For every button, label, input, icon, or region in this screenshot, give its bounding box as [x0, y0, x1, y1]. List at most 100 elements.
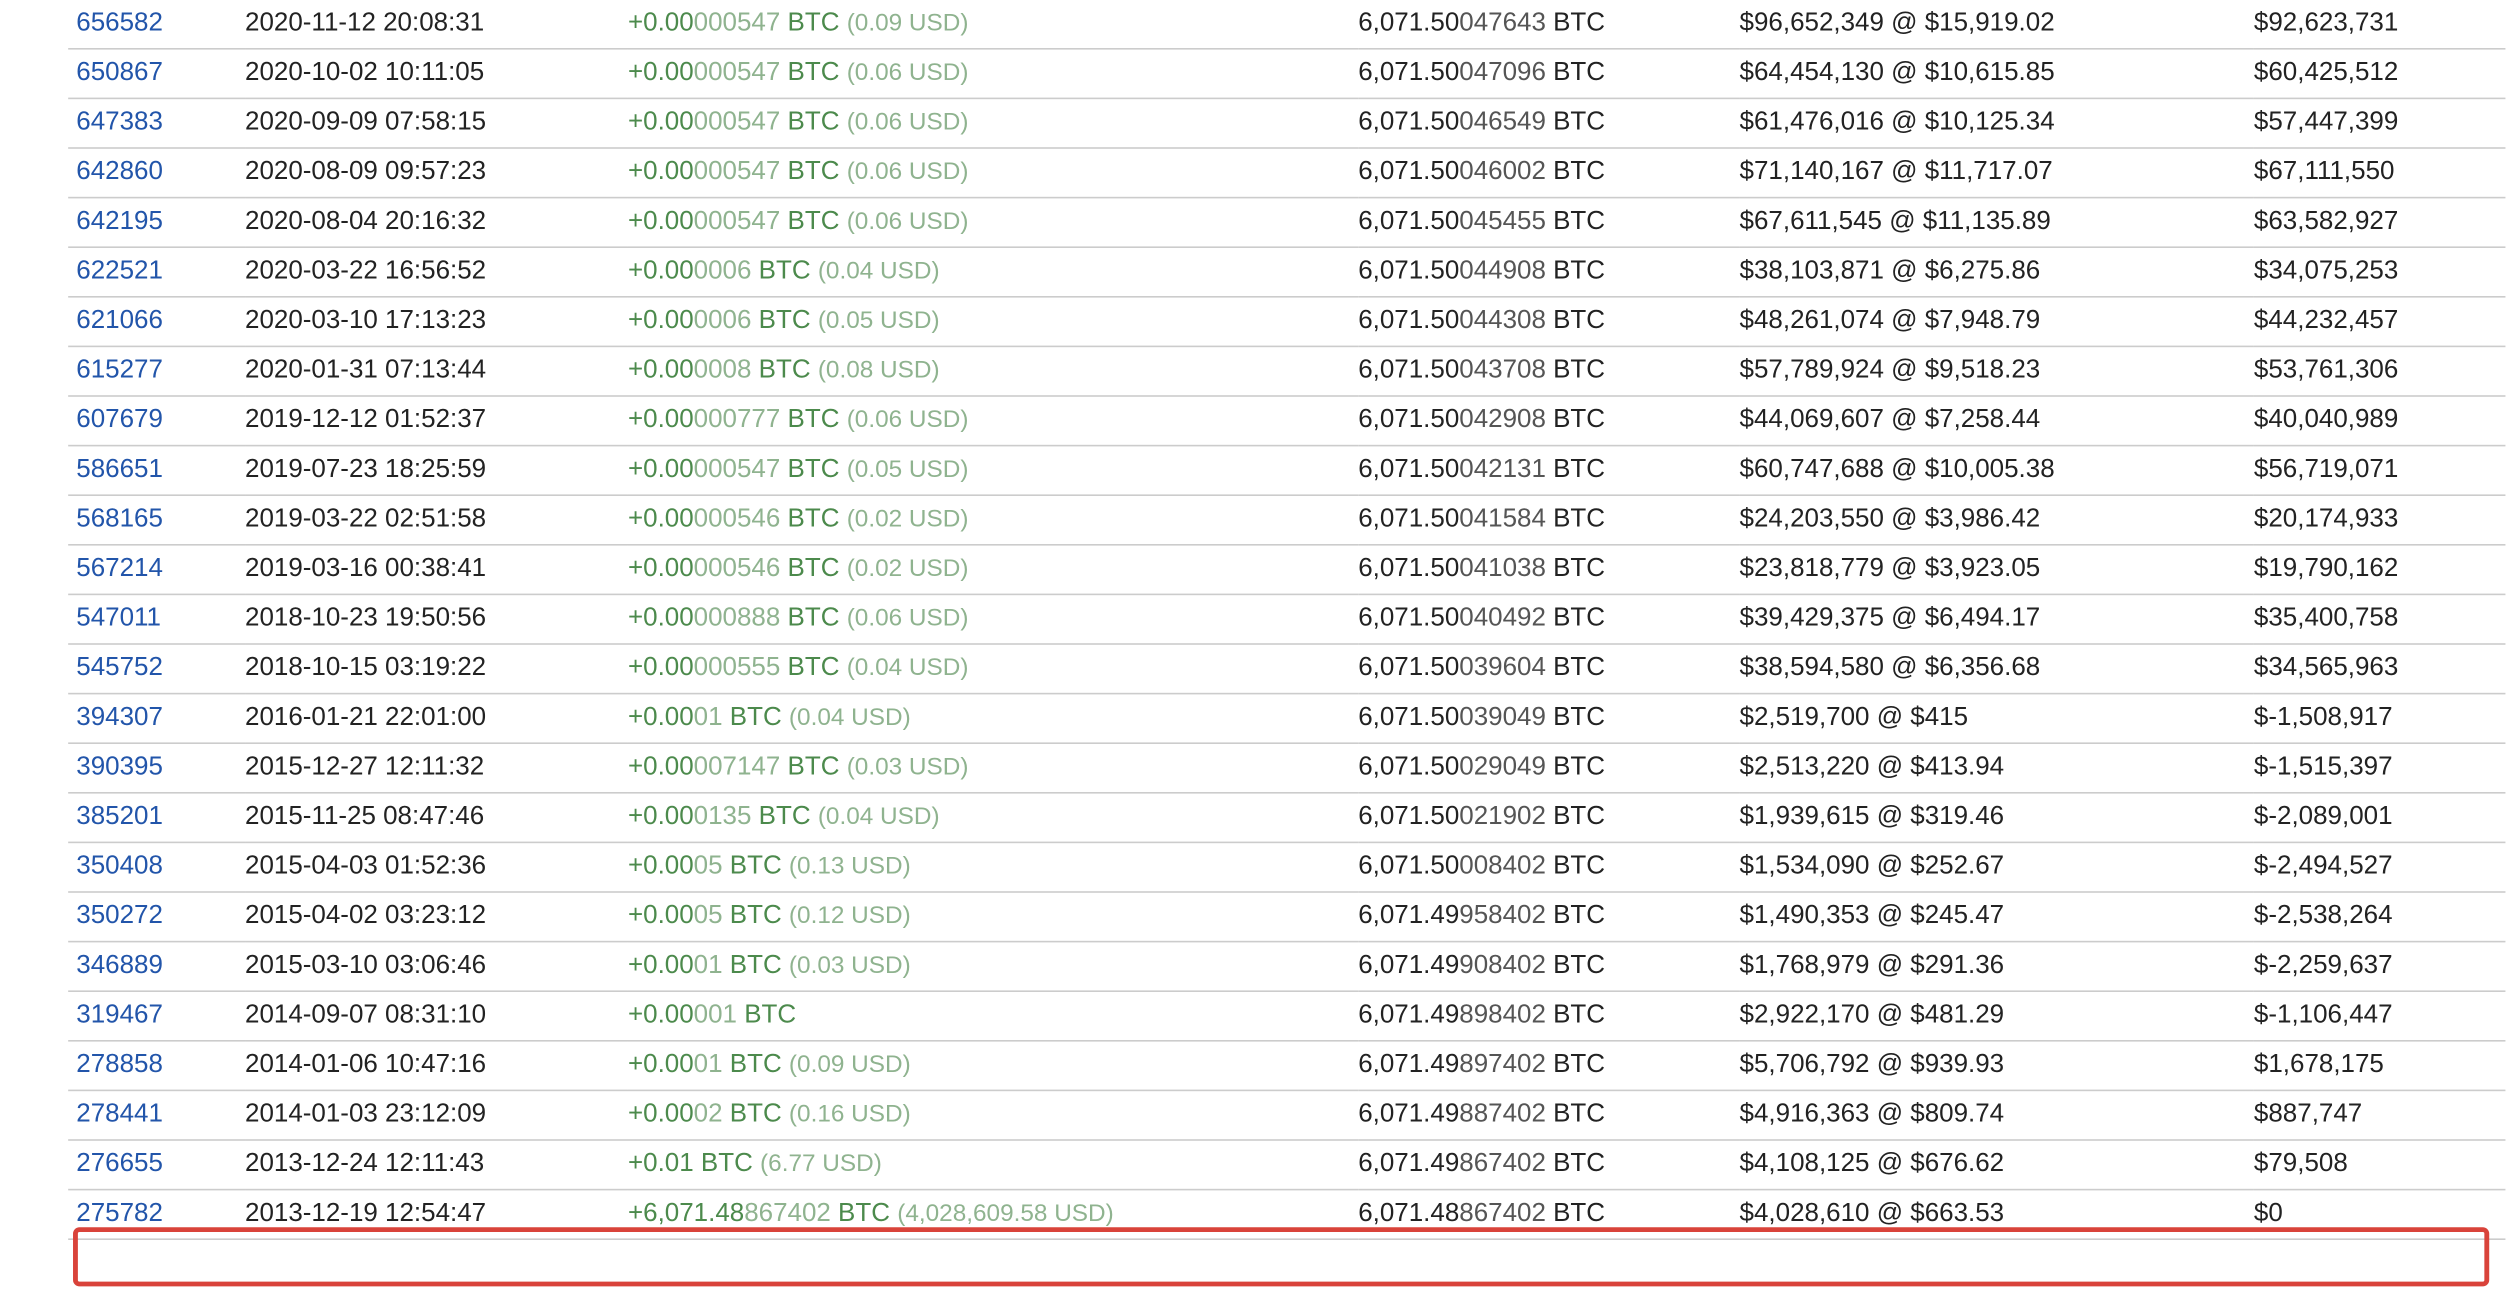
block-link[interactable]: 621066 — [76, 307, 163, 334]
amount-usd: (0.03 USD) — [846, 753, 969, 781]
balance-cell: 6,071.50043708 BTC — [1358, 346, 1740, 397]
balance-unit: BTC — [1545, 902, 1606, 930]
value-cell: $4,916,363 @ $809.74 — [1739, 1090, 2254, 1141]
block-link[interactable]: 545752 — [76, 654, 163, 681]
table-row: 622521 2020-03-22 16:56:52 +0.000006 BTC (… — [68, 247, 2506, 298]
amount-dim-digits: 05 — [693, 852, 723, 880]
profit-cell: $20,174,933 — [2253, 495, 2506, 546]
balance-cell: 6,071.50046549 BTC — [1358, 98, 1740, 149]
value-cell: $5,706,792 @ $939.93 — [1739, 1040, 2254, 1092]
amount-dim-digits: 000547 — [693, 208, 781, 236]
table-row: 350408 2015-04-03 01:52:36 +0.0005 BTC (0.… — [68, 842, 2506, 893]
block-link[interactable]: 390395 — [76, 754, 163, 781]
balance-unit: BTC — [1545, 1051, 1606, 1079]
amount-unit: BTC — [780, 59, 840, 87]
amount-main: +0.00 — [627, 406, 694, 434]
balance-main: 6,071.50 — [1358, 852, 1460, 880]
balance-main: 6,071.50 — [1358, 654, 1460, 682]
balance-dim-digits: 908402 — [1459, 952, 1546, 980]
block-link[interactable]: 586651 — [76, 456, 163, 483]
block-link[interactable]: 275782 — [76, 1200, 163, 1227]
block-link[interactable]: 622521 — [76, 258, 163, 285]
amount-cell: +0.000008 BTC (0.08 USD) — [627, 346, 1359, 397]
profit-cell: $67,111,550 — [2253, 148, 2506, 199]
balance-main: 6,071.49 — [1358, 1051, 1460, 1079]
block-link[interactable]: 568165 — [76, 506, 163, 533]
amount-main: +0.00 — [627, 1051, 694, 1079]
profit-cell: $44,232,457 — [2253, 296, 2506, 348]
balance-unit: BTC — [1545, 952, 1606, 980]
block-cell: 547011 — [68, 594, 246, 645]
balance-dim-digits: 047643 — [1459, 9, 1546, 37]
block-link[interactable]: 547011 — [76, 605, 161, 632]
block-link[interactable]: 642860 — [76, 158, 163, 185]
block-cell: 650867 — [68, 48, 246, 100]
transactions-sheet: 656582 2020-11-12 20:08:31 +0.00000547 BTC… — [0, 0, 2506, 1296]
amount-unit: BTC — [751, 307, 811, 335]
block-link[interactable]: 656582 — [76, 10, 163, 37]
block-link[interactable]: 642195 — [76, 208, 163, 235]
balance-main: 6,071.50 — [1358, 108, 1460, 136]
amount-dim-digits: 000546 — [693, 505, 781, 533]
block-cell: 350272 — [68, 892, 246, 943]
block-link[interactable]: 567214 — [76, 555, 163, 582]
amount-dim-digits: 01 — [693, 704, 723, 732]
block-link[interactable]: 647383 — [76, 109, 163, 136]
balance-dim-digits: 008402 — [1459, 852, 1546, 880]
balance-cell: 6,071.50041584 BTC — [1358, 495, 1740, 546]
table-row: 642860 2020-08-09 09:57:23 +0.00000547 BTC… — [68, 148, 2506, 199]
amount-main: +0.00 — [627, 803, 694, 831]
amount-usd: (0.04 USD) — [817, 257, 940, 285]
table-row: 567214 2019-03-16 00:38:41 +0.00000546 BTC… — [68, 544, 2506, 596]
block-link[interactable]: 394307 — [76, 704, 163, 731]
profit-cell: $35,400,758 — [2253, 594, 2506, 645]
block-link[interactable]: 615277 — [76, 357, 163, 384]
amount-unit: BTC — [780, 604, 840, 632]
amount-cell: +0.000006 BTC (0.04 USD) — [627, 247, 1359, 298]
time-cell: 2020-09-09 07:58:15 — [245, 98, 628, 149]
block-link[interactable]: 278858 — [76, 1051, 163, 1078]
block-link[interactable]: 319467 — [76, 1002, 163, 1029]
amount-usd: (0.06 USD) — [846, 208, 969, 236]
block-link[interactable]: 350272 — [76, 902, 163, 929]
table-row: 621066 2020-03-10 17:13:23 +0.000006 BTC (… — [68, 296, 2506, 348]
amount-cell: +0.00000547 BTC (0.06 USD) — [627, 148, 1359, 199]
amount-main: +0.00 — [627, 456, 694, 484]
amount-cell: +0.00000777 BTC (0.06 USD) — [627, 396, 1359, 447]
balance-main: 6,071.50 — [1358, 555, 1460, 583]
table-row: 586651 2019-07-23 18:25:59 +0.00000547 BTC… — [68, 445, 2506, 497]
table-row: 642195 2020-08-04 20:16:32 +0.00000547 BTC… — [68, 197, 2506, 248]
amount-unit: BTC — [751, 257, 811, 285]
amount-dim-digits: 01 — [693, 1051, 723, 1079]
amount-usd: (0.06 USD) — [846, 406, 969, 434]
amount-usd: (0.06 USD) — [846, 604, 969, 632]
block-link[interactable]: 607679 — [76, 406, 163, 433]
balance-dim-digits: 042131 — [1459, 456, 1546, 484]
balance-dim-digits: 039604 — [1459, 654, 1546, 682]
table-row: 615277 2020-01-31 07:13:44 +0.000008 BTC (… — [68, 346, 2506, 397]
amount-main: +0.00 — [627, 158, 694, 186]
value-cell: $1,768,979 @ $291.36 — [1739, 941, 2254, 993]
amount-unit: BTC — [780, 654, 840, 682]
balance-unit: BTC — [1545, 753, 1606, 781]
block-link[interactable]: 278441 — [76, 1101, 163, 1128]
balance-main: 6,071.49 — [1358, 1001, 1460, 1029]
time-cell: 2019-03-16 00:38:41 — [245, 544, 628, 596]
amount-cell: +0.00000546 BTC (0.02 USD) — [627, 544, 1359, 596]
block-link[interactable]: 346889 — [76, 952, 163, 979]
block-cell: 275782 — [68, 1189, 246, 1241]
balance-dim-digits: 039049 — [1459, 704, 1546, 732]
amount-cell: +0.01 BTC (6.77 USD) — [627, 1140, 1359, 1191]
block-link[interactable]: 350408 — [76, 853, 163, 880]
balance-unit: BTC — [1545, 406, 1606, 434]
balance-unit: BTC — [1545, 1150, 1606, 1178]
block-link[interactable]: 650867 — [76, 59, 163, 86]
amount-cell: +0.0001 BTC (0.04 USD) — [627, 693, 1359, 745]
balance-dim-digits: 041584 — [1459, 505, 1546, 533]
balance-unit: BTC — [1545, 158, 1606, 186]
block-link[interactable]: 385201 — [76, 803, 163, 830]
balance-main: 6,071.49 — [1358, 1100, 1460, 1128]
balance-unit: BTC — [1545, 208, 1606, 236]
block-link[interactable]: 276655 — [76, 1150, 163, 1177]
value-cell: $4,028,610 @ $663.53 — [1739, 1189, 2254, 1241]
